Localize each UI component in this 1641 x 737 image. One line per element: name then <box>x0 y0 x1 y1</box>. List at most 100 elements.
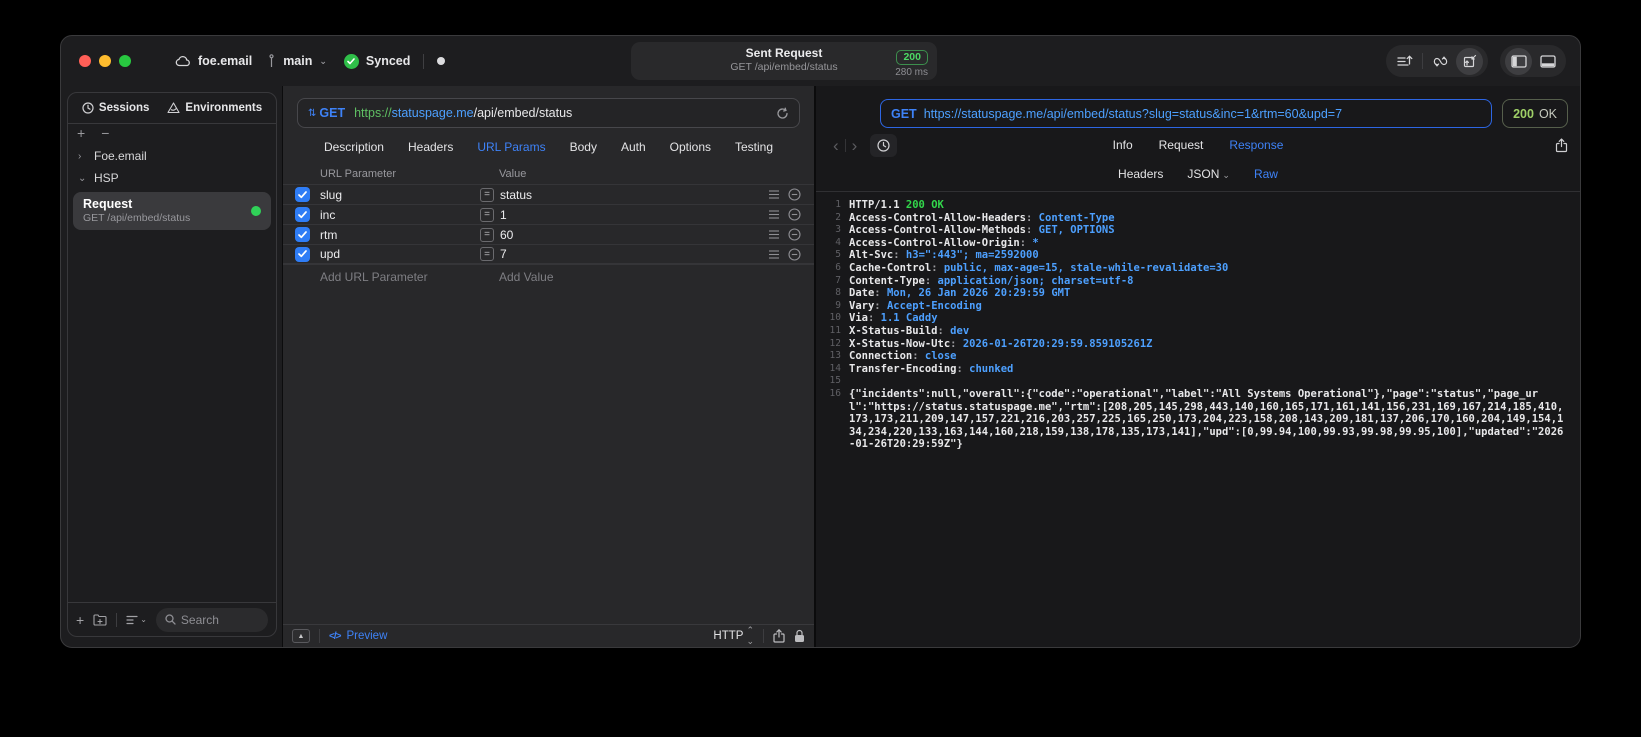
table-row[interactable]: inc = 1 <box>283 204 814 224</box>
sent-request-subtitle: GET /api/embed/status <box>730 61 838 73</box>
response-tabs: Info Request Response <box>816 138 1580 152</box>
param-checkbox[interactable] <box>295 227 310 242</box>
sent-request-url-box[interactable]: GET https://statuspage.me/api/embed/stat… <box>880 99 1493 128</box>
reorder-handle-icon[interactable] <box>768 210 780 219</box>
subtab-json[interactable]: JSON ⌄ <box>1187 167 1230 181</box>
param-name[interactable]: upd <box>320 247 480 261</box>
sidebar-toolbar: + ⌄ <box>68 602 276 636</box>
tab-options[interactable]: Options <box>670 140 711 154</box>
close-window-button[interactable] <box>79 55 91 67</box>
divider <box>116 612 118 627</box>
tab-auth[interactable]: Auth <box>621 140 646 154</box>
export-response-icon[interactable] <box>1555 138 1568 153</box>
reorder-handle-icon[interactable] <box>768 190 780 199</box>
lock-icon[interactable] <box>794 629 805 643</box>
request-method[interactable]: GET <box>319 106 345 120</box>
tab-description[interactable]: Description <box>324 140 384 154</box>
reorder-handle-icon[interactable] <box>768 249 780 259</box>
tab-request[interactable]: Request <box>1159 138 1204 152</box>
new-folder-icon[interactable] <box>93 613 107 626</box>
chevron-down-icon[interactable]: ⌄ <box>319 56 327 67</box>
row-actions <box>768 188 814 201</box>
add-value-button[interactable]: Add Value <box>499 270 554 284</box>
request-list-export-icon[interactable] <box>1391 48 1418 75</box>
response-status-code: 200 <box>1513 106 1534 121</box>
remove-row-icon[interactable] <box>788 208 801 221</box>
remove-session-button[interactable]: − <box>101 126 109 140</box>
tree-group-hsp[interactable]: ⌄ HSP <box>68 167 276 189</box>
param-value[interactable]: 60 <box>500 228 768 242</box>
param-checkbox[interactable] <box>295 187 310 202</box>
tab-response[interactable]: Response <box>1229 138 1283 152</box>
tab-headers[interactable]: Headers <box>408 140 453 154</box>
branch-icon <box>267 54 276 68</box>
toggle-left-panel-icon[interactable] <box>1505 47 1532 75</box>
chevron-down-icon: ⌄ <box>140 615 147 624</box>
tab-url-params[interactable]: URL Params <box>477 140 545 154</box>
param-name[interactable]: slug <box>320 188 480 202</box>
url-scheme: https:// <box>354 106 392 120</box>
remove-row-icon[interactable] <box>788 247 801 261</box>
status-dot[interactable] <box>437 57 446 65</box>
tab-environments[interactable]: Environments <box>167 102 262 114</box>
resend-request-icon[interactable] <box>776 107 789 120</box>
add-session-button[interactable]: + <box>77 126 85 140</box>
tab-info[interactable]: Info <box>1113 138 1133 152</box>
history-clock-icon[interactable] <box>870 133 898 157</box>
up-down-chevrons-icon: ⌃ ⌄ <box>746 625 754 646</box>
history-back-icon[interactable]: ‹ <box>828 137 844 154</box>
share-icon[interactable] <box>773 629 785 643</box>
remove-row-icon[interactable] <box>788 188 801 201</box>
equals-icon: = <box>480 227 494 242</box>
sync-loop-icon[interactable] <box>1427 48 1454 75</box>
param-name[interactable]: rtm <box>320 228 480 242</box>
subtab-raw[interactable]: Raw <box>1254 167 1278 181</box>
request-url-bar[interactable]: ⇅ GET https://statuspage.me/api/embed/st… <box>297 98 800 128</box>
tab-body[interactable]: Body <box>570 140 597 154</box>
param-value[interactable]: 7 <box>500 247 768 261</box>
minimize-window-button[interactable] <box>99 55 111 67</box>
history-forward-icon[interactable]: › <box>847 137 863 154</box>
table-row[interactable]: upd = 7 <box>283 244 814 264</box>
protocol-selector[interactable]: HTTP ⌃ ⌄ <box>713 625 754 647</box>
add-url-parameter-button[interactable]: Add URL Parameter <box>320 270 428 284</box>
sync-status-label[interactable]: Synced <box>366 54 410 68</box>
import-export-icon[interactable] <box>1456 47 1483 75</box>
request-list-item[interactable]: Request GET /api/embed/status <box>73 192 271 230</box>
tree-group-foe-email[interactable]: › Foe.email <box>68 145 276 167</box>
project-name[interactable]: foe.email <box>198 54 252 68</box>
search-input[interactable] <box>180 612 259 627</box>
param-checkbox[interactable] <box>295 207 310 222</box>
url-path: /api/embed/status <box>473 106 573 120</box>
table-row[interactable]: rtm = 60 <box>283 224 814 244</box>
add-row: Add URL Parameter Add Value <box>283 264 814 286</box>
sort-list-icon[interactable]: ⌄ <box>126 615 147 625</box>
request-duration: 280 ms <box>895 67 928 78</box>
toggle-bottom-panel-icon[interactable] <box>1534 48 1561 75</box>
param-name[interactable]: inc <box>320 208 480 222</box>
tab-sessions[interactable]: Sessions <box>82 102 149 114</box>
table-row[interactable]: slug = status <box>283 184 814 204</box>
sidebar-search[interactable] <box>155 607 268 632</box>
request-panel-empty-space <box>283 286 814 624</box>
preview-button[interactable]: </> Preview <box>329 630 387 642</box>
expand-panel-icon[interactable]: ▲ <box>292 629 310 643</box>
divider <box>763 629 764 643</box>
param-value[interactable]: 1 <box>500 208 768 222</box>
subtab-headers[interactable]: Headers <box>1118 167 1163 181</box>
preview-label: Preview <box>346 630 388 642</box>
response-code[interactable]: 1 HTTP/1.1 200 OK 2 Access-Control-Allow-He… <box>816 192 1580 647</box>
add-item-button[interactable]: + <box>76 612 84 628</box>
url-param-table: URL Parameter Value slug = status inc = … <box>283 164 814 286</box>
zoom-window-button[interactable] <box>119 55 131 67</box>
tab-testing[interactable]: Testing <box>735 140 773 154</box>
method-selector-icon[interactable]: ⇅ <box>308 108 316 119</box>
param-value[interactable]: status <box>500 188 768 202</box>
traffic-lights <box>79 55 131 67</box>
param-checkbox[interactable] <box>295 246 310 262</box>
request-tabs: Description Headers URL Params Body Auth… <box>283 132 814 162</box>
branch-name[interactable]: main <box>283 54 312 68</box>
reorder-handle-icon[interactable] <box>768 230 780 239</box>
remove-row-icon[interactable] <box>788 228 801 241</box>
sent-request-pill[interactable]: Sent Request GET /api/embed/status 200 2… <box>631 42 937 80</box>
